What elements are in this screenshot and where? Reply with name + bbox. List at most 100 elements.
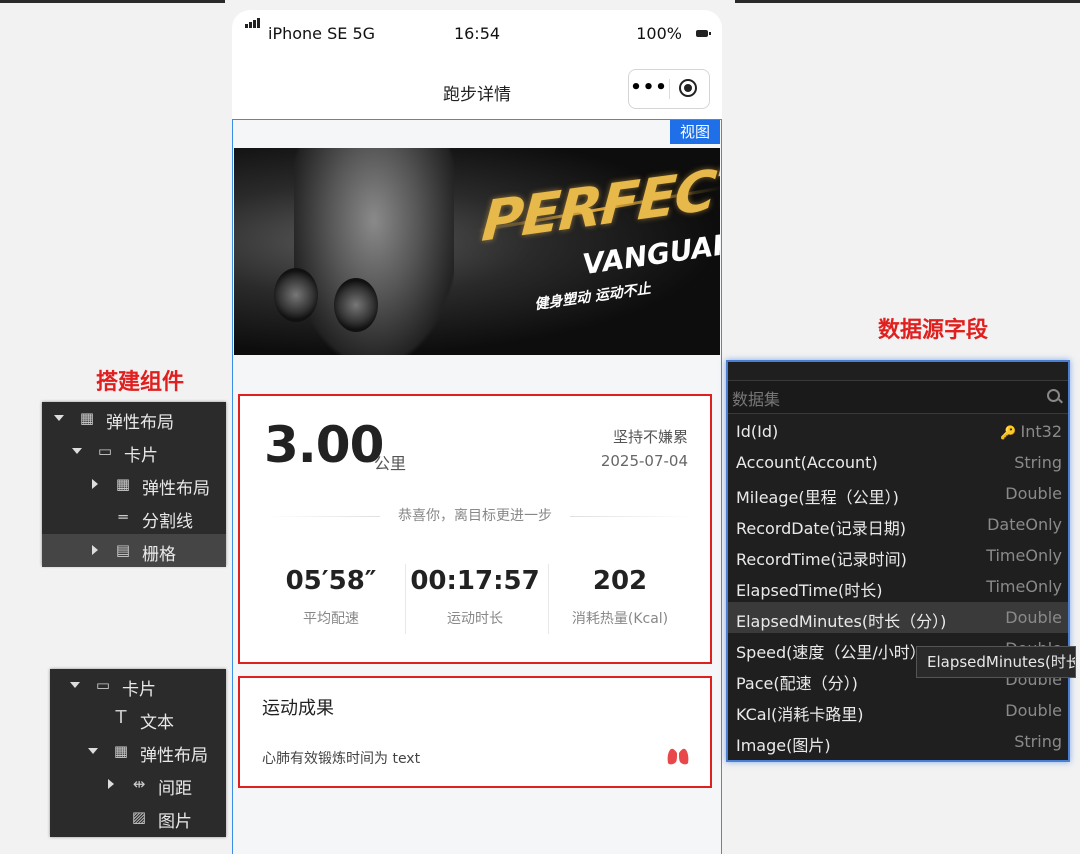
field-row[interactable]: RecordTime(记录时间) TimeOnly	[728, 540, 1068, 571]
table-icon: ▤	[115, 541, 131, 559]
field-type: String	[1014, 732, 1062, 751]
field-name: ElapsedTime(时长)	[736, 581, 883, 600]
field-name: Pace(配速（分）)	[736, 674, 858, 693]
congrats-text-wrap: 恭喜你，离目标更进一步	[240, 505, 710, 525]
grid-icon: ▦	[79, 409, 95, 427]
component-tree-2: ▭ 卡片 T 文本 ▦ 弹性布局 ⇹ 间距 ▨ 图片	[50, 669, 226, 837]
field-name: RecordDate(记录日期)	[736, 519, 907, 538]
field-name: Account(Account)	[736, 453, 878, 472]
more-dots-icon[interactable]: •••	[629, 77, 669, 98]
field-type: Double	[1005, 701, 1062, 720]
field-type: Int32	[1020, 422, 1063, 441]
motto-text: 坚持不嫌累	[612, 428, 688, 446]
components-label: 搭建组件	[96, 370, 185, 395]
stat-calories: 202 消耗热量(Kcal)	[545, 566, 695, 628]
text-icon: T	[115, 707, 127, 728]
tree-item[interactable]: ▦ 弹性布局	[50, 735, 226, 768]
chevron-down-icon[interactable]	[70, 682, 80, 688]
field-name: KCal(消耗卡路里)	[736, 705, 864, 724]
field-type: TimeOnly	[986, 546, 1062, 565]
lungs-icon	[667, 746, 689, 765]
field-tooltip: ElapsedMinutes(时长（分）)	[916, 646, 1076, 678]
tree-item-label: 图片	[158, 812, 192, 832]
component-tree-1: ▦ 弹性布局 ▭ 卡片 ▦ 弹性布局 ═ 分割线 ▤ 栅格	[42, 402, 226, 567]
tree-item[interactable]: ▨ 图片	[50, 801, 226, 834]
field-name: Speed(速度（公里/小时）)	[736, 643, 925, 662]
banner-slogan: 健身塑动 运动不止	[533, 280, 652, 314]
stat-label: 运动时长	[447, 611, 503, 627]
tree-item[interactable]: ▦ 弹性布局	[42, 402, 226, 435]
field-name: Mileage(里程（公里）)	[736, 488, 899, 507]
field-name: RecordTime(记录时间)	[736, 550, 907, 569]
field-type-wrap: 🔑 Int32	[1000, 422, 1062, 441]
datasource-search[interactable]: 数据集	[728, 380, 1068, 414]
tree-item-label: 卡片	[124, 446, 158, 466]
field-type: Double	[1005, 608, 1062, 627]
tree-item-label: 弹性布局	[142, 479, 210, 499]
dumbbell-right-icon	[334, 278, 378, 332]
tree-item-label: 弹性布局	[140, 746, 208, 766]
congrats-text: 恭喜你，离目标更进一步	[380, 508, 570, 524]
field-type: Double	[1005, 484, 1062, 503]
view-tag[interactable]: 视图	[670, 120, 720, 144]
distance-unit: 公里	[374, 454, 407, 473]
field-row[interactable]: ElapsedMinutes(时长（分）) Double	[728, 602, 1068, 633]
tree-item[interactable]: ═ 分割线	[42, 501, 226, 534]
stat-pace: 05′58″ 平均配速	[256, 566, 406, 628]
field-row[interactable]: ElapsedTime(时长) TimeOnly	[728, 571, 1068, 602]
record-date: 2025-07-04	[600, 452, 688, 470]
distance-value: 3.00	[264, 416, 384, 474]
search-placeholder: 数据集	[732, 390, 781, 409]
tree-item-label: 间距	[158, 779, 192, 799]
divider-icon: ═	[118, 508, 128, 526]
spacing-icon: ⇹	[132, 775, 146, 793]
field-row[interactable]: Mileage(里程（公里）) Double	[728, 478, 1068, 509]
result-card[interactable]: 运动成果 心肺有效锻炼时间为 text	[238, 676, 712, 788]
tree-item[interactable]: ⇹ 间距	[50, 768, 226, 801]
field-type: DateOnly	[987, 515, 1062, 534]
chevron-right-icon[interactable]	[92, 545, 98, 555]
chevron-down-icon[interactable]	[54, 415, 64, 421]
stat-label: 消耗热量(Kcal)	[571, 611, 669, 627]
search-icon[interactable]	[1047, 389, 1060, 402]
result-text: 心肺有效锻炼时间为 text	[262, 751, 421, 767]
mini-program-capsule: •••	[628, 69, 710, 109]
field-row[interactable]: Account(Account) String	[728, 447, 1068, 478]
tree-item-label: 卡片	[122, 680, 156, 700]
field-row[interactable]: Image(图片) String	[728, 726, 1068, 757]
capsule-separator	[669, 79, 670, 99]
field-type: TimeOnly	[986, 577, 1062, 596]
status-bar: iPhone SE 5G 16:54 100%	[232, 10, 722, 58]
field-row[interactable]: Id(Id) 🔑 Int32	[728, 416, 1068, 447]
stat-duration: 00:17:57 运动时长	[400, 566, 550, 628]
stat-value: 00:17:57	[410, 566, 540, 596]
chevron-right-icon[interactable]	[108, 779, 114, 789]
tree-item[interactable]: ▭ 卡片	[42, 435, 226, 468]
tree-item[interactable]: T 文本	[50, 702, 226, 735]
summary-card[interactable]: 3.00 公里 坚持不嫌累 2025-07-04 恭喜你，离目标更进一步 05′…	[238, 394, 712, 664]
key-icon: 🔑	[1000, 426, 1017, 441]
fields-label: 数据源字段	[878, 318, 989, 343]
grid-icon: ▦	[113, 742, 129, 760]
stat-value: 05′58″	[285, 566, 377, 596]
tree-item-label: 弹性布局	[106, 413, 174, 433]
card-icon: ▭	[97, 442, 113, 460]
image-icon: ▨	[131, 808, 147, 826]
chevron-right-icon[interactable]	[92, 479, 98, 489]
tree-item-label: 分割线	[142, 512, 193, 532]
nav-bar: 跑步详情 •••	[232, 66, 722, 116]
tree-item[interactable]: ▦ 弹性布局	[42, 468, 226, 501]
tree-item-label: 文本	[140, 713, 174, 733]
field-name: Image(图片)	[736, 736, 831, 755]
phone-preview: iPhone SE 5G 16:54 100% 跑步详情 ••• 视图 PERF…	[232, 10, 722, 854]
field-row[interactable]: KCal(消耗卡路里) Double	[728, 695, 1068, 726]
battery-icon	[696, 30, 711, 37]
target-circle-icon[interactable]	[679, 79, 697, 97]
stat-label: 平均配速	[303, 611, 359, 627]
tree-item[interactable]: ▭ 卡片	[50, 669, 226, 702]
chevron-down-icon[interactable]	[88, 748, 98, 754]
field-row[interactable]: RecordDate(记录日期) DateOnly	[728, 509, 1068, 540]
chevron-down-icon[interactable]	[72, 448, 82, 454]
tree-item-label: 栅格	[142, 545, 176, 565]
tree-item[interactable]: ▤ 栅格	[42, 534, 226, 567]
